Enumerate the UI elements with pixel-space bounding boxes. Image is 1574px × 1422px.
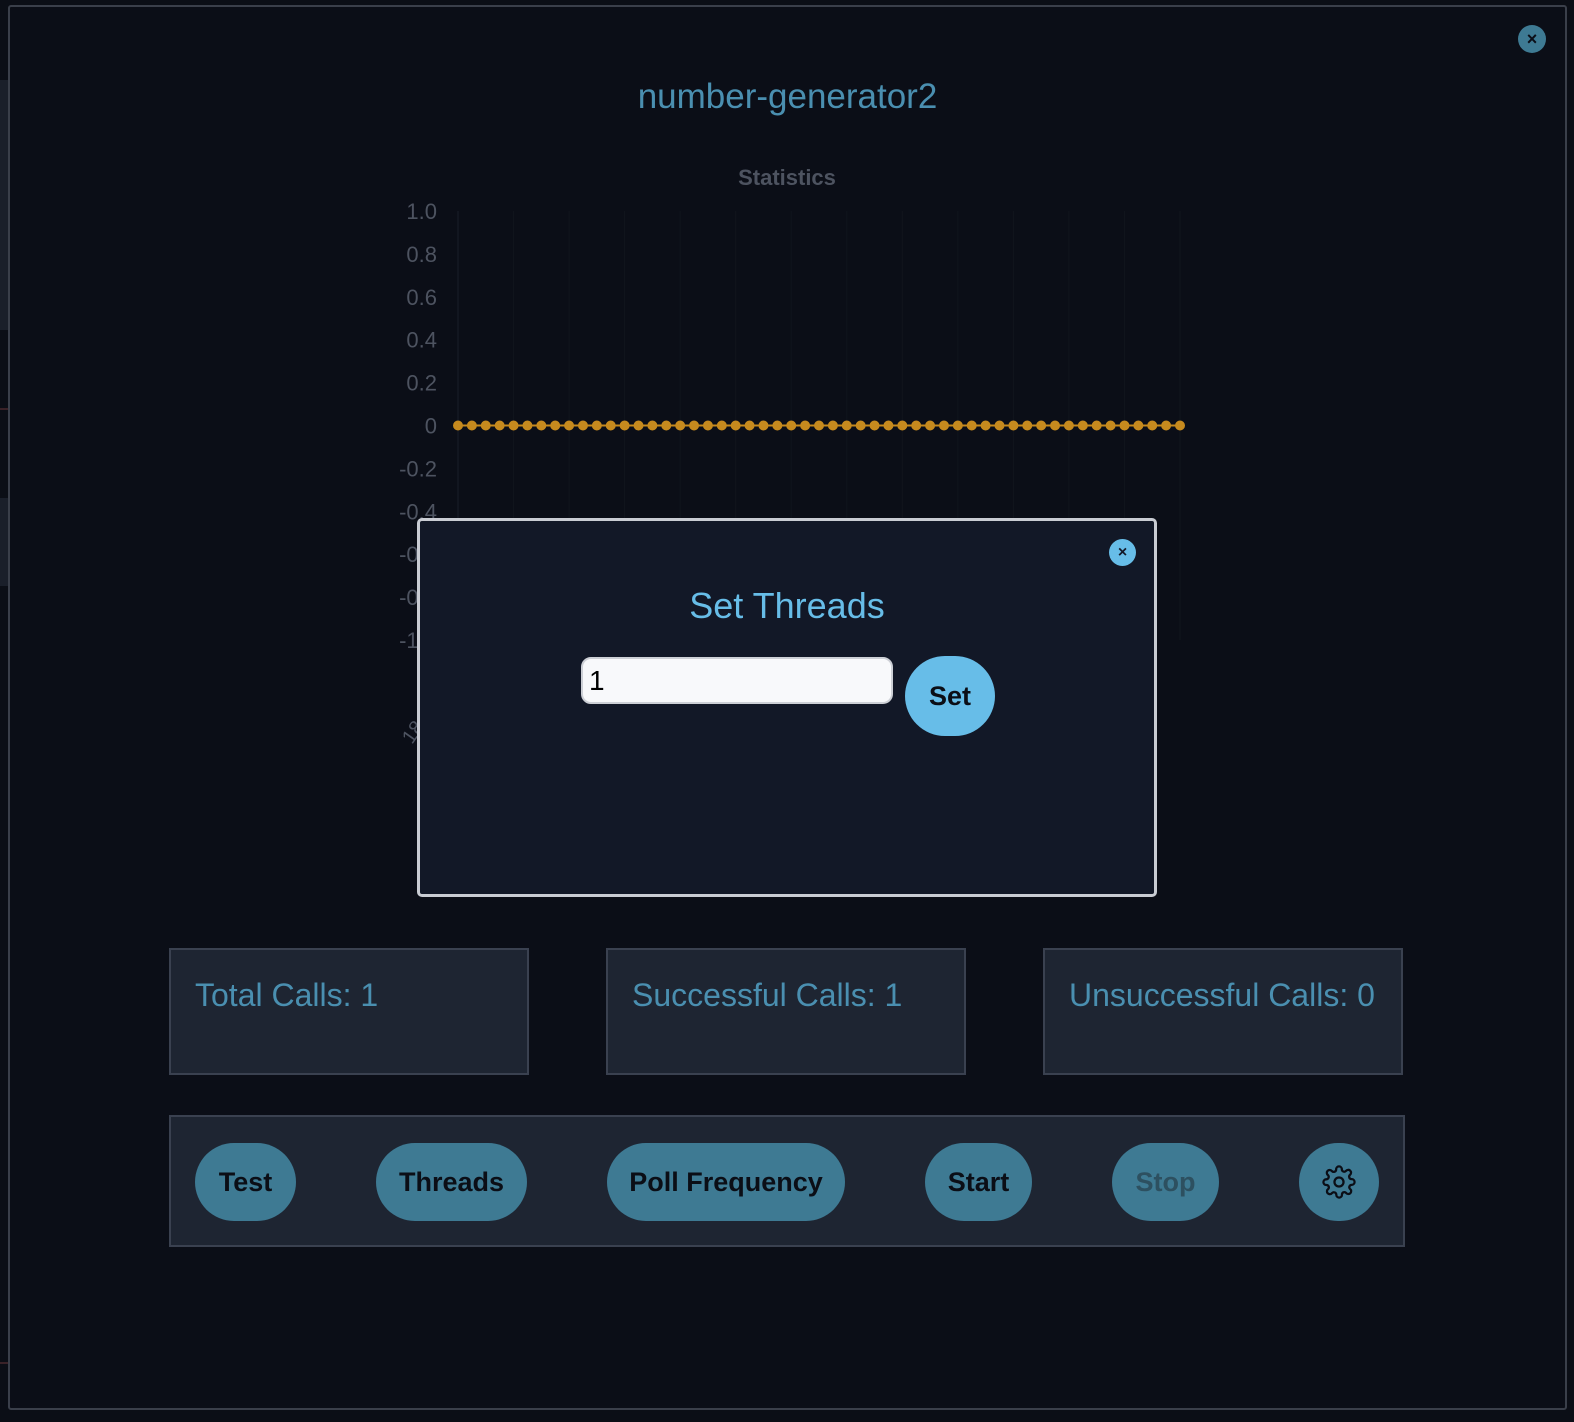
data-point bbox=[758, 420, 769, 431]
successful-calls-card: Successful Calls: 1 bbox=[606, 948, 966, 1075]
data-point bbox=[994, 420, 1005, 431]
start-button[interactable]: Start bbox=[925, 1143, 1032, 1221]
data-point bbox=[1050, 420, 1061, 431]
data-point bbox=[1133, 420, 1144, 431]
data-point bbox=[1008, 420, 1019, 431]
data-point bbox=[855, 420, 866, 431]
data-point bbox=[716, 420, 727, 431]
successful-calls-text: Successful Calls: 1 bbox=[632, 977, 903, 1013]
data-point bbox=[633, 420, 644, 431]
data-point bbox=[605, 420, 616, 431]
unsuccessful-calls-card: Unsuccessful Calls: 0 bbox=[1043, 948, 1403, 1075]
unsuccessful-calls-text: Unsuccessful Calls: 0 bbox=[1069, 977, 1375, 1013]
data-point bbox=[1161, 420, 1172, 431]
settings-button[interactable] bbox=[1299, 1143, 1379, 1221]
data-point bbox=[619, 420, 630, 431]
data-point bbox=[453, 420, 463, 431]
data-point bbox=[925, 420, 936, 431]
data-point bbox=[1036, 420, 1047, 431]
data-point bbox=[550, 420, 561, 431]
data-point bbox=[827, 420, 838, 431]
y-tick-label: 0 bbox=[425, 414, 437, 439]
test-button[interactable]: Test bbox=[195, 1143, 296, 1221]
y-tick-label: 0.8 bbox=[406, 242, 437, 267]
data-point bbox=[841, 420, 852, 431]
data-point bbox=[966, 420, 977, 431]
modal-title: Set Threads bbox=[689, 585, 885, 626]
data-point bbox=[1105, 420, 1116, 431]
data-point bbox=[772, 420, 783, 431]
data-point bbox=[675, 420, 686, 431]
gear-icon bbox=[1322, 1165, 1356, 1199]
data-point bbox=[814, 420, 824, 431]
chart-title: Statistics bbox=[738, 165, 836, 190]
data-point bbox=[786, 420, 797, 431]
data-point bbox=[730, 420, 741, 431]
data-point bbox=[1022, 420, 1033, 431]
data-point bbox=[952, 420, 963, 431]
data-point bbox=[938, 420, 949, 431]
y-tick-label: 0.2 bbox=[406, 371, 437, 396]
data-point bbox=[883, 420, 894, 431]
data-point bbox=[702, 420, 713, 431]
data-point bbox=[508, 420, 519, 431]
threads-input[interactable] bbox=[581, 657, 893, 704]
y-tick-label: 0.6 bbox=[406, 285, 437, 310]
data-point bbox=[744, 420, 755, 431]
data-point bbox=[536, 420, 547, 431]
data-point bbox=[1175, 420, 1185, 431]
data-point bbox=[1077, 420, 1088, 431]
data-point bbox=[689, 420, 700, 431]
data-point bbox=[564, 420, 575, 431]
data-point bbox=[800, 420, 811, 431]
action-toolbar: Test Threads Poll Frequency Start Stop bbox=[169, 1115, 1405, 1247]
data-point bbox=[980, 420, 991, 431]
data-point bbox=[522, 420, 533, 431]
y-tick-label: 1.0 bbox=[406, 199, 437, 224]
y-tick-label: -0.2 bbox=[399, 456, 437, 481]
stop-button[interactable]: Stop bbox=[1112, 1143, 1219, 1221]
data-point bbox=[1147, 420, 1158, 431]
y-tick-label: 0.4 bbox=[406, 328, 437, 353]
data-point bbox=[591, 420, 602, 431]
set-button[interactable]: Set bbox=[905, 656, 995, 736]
data-point bbox=[480, 420, 491, 431]
data-point bbox=[869, 420, 880, 431]
data-point bbox=[647, 420, 658, 431]
data-point bbox=[911, 420, 922, 431]
data-point bbox=[1091, 420, 1102, 431]
total-calls-card: Total Calls: 1 bbox=[169, 948, 529, 1075]
set-threads-modal: × Set Threads Set bbox=[417, 518, 1157, 897]
data-point bbox=[577, 420, 588, 431]
data-point bbox=[1063, 420, 1074, 431]
poll-frequency-button[interactable]: Poll Frequency bbox=[607, 1143, 845, 1221]
data-point bbox=[466, 420, 477, 431]
total-calls-text: Total Calls: 1 bbox=[195, 977, 379, 1013]
close-icon[interactable]: × bbox=[1109, 539, 1136, 566]
threads-button[interactable]: Threads bbox=[376, 1143, 527, 1221]
data-point bbox=[494, 420, 505, 431]
data-point bbox=[897, 420, 908, 431]
data-point bbox=[661, 420, 672, 431]
data-point bbox=[1119, 420, 1130, 431]
